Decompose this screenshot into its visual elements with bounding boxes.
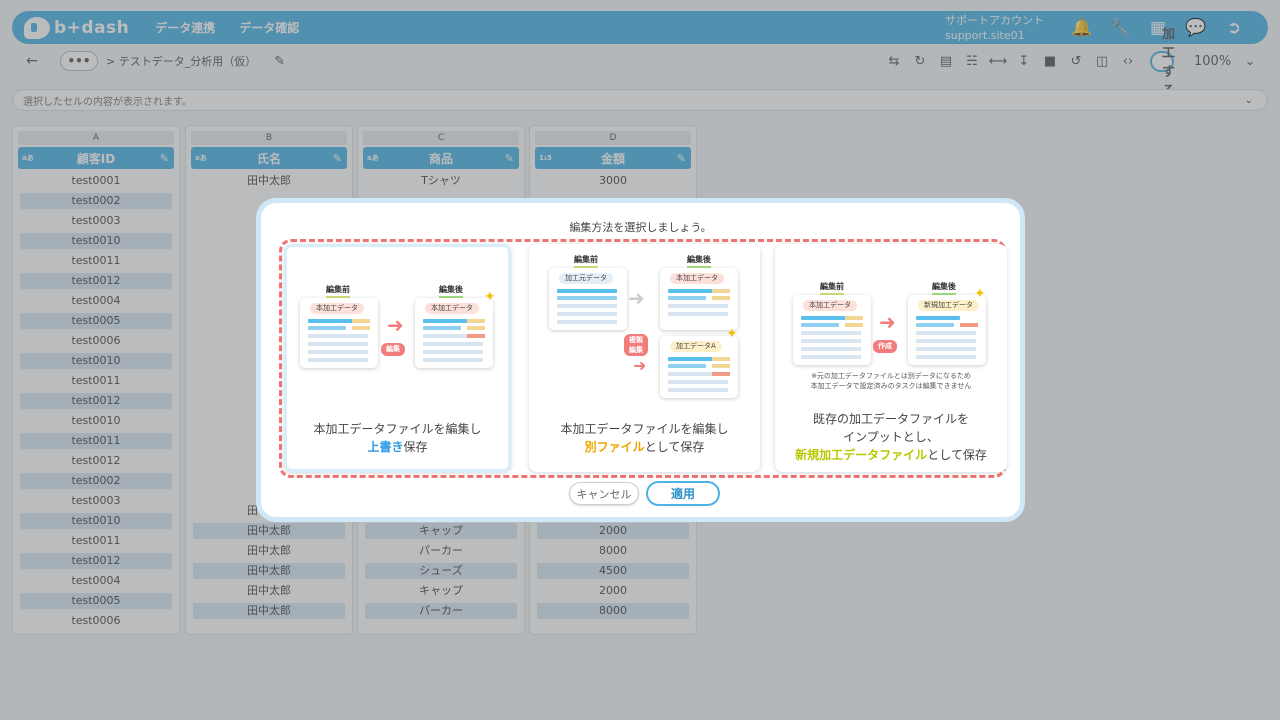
doc-after: 新規加工データ xyxy=(908,295,986,365)
note-line2: 本加工データで設定済みのタスクは編集できません xyxy=(810,382,972,390)
sparkle-icon: ✦ xyxy=(484,289,496,305)
doc-before: 本加工データ xyxy=(793,295,871,365)
arrow-right-icon: ➜ xyxy=(633,356,647,375)
doc-tag: 本加工データ xyxy=(425,303,479,314)
doc-tag: 本加工データ xyxy=(803,300,857,311)
arrow-right-icon: ➜ xyxy=(387,313,404,337)
option-description: 本加工データファイルを編集し 上書き保存 xyxy=(287,420,508,456)
before-label: 編集前 xyxy=(326,284,350,298)
doc-tag: 新規加工データ xyxy=(918,300,979,311)
doc-tag: 加工元データ xyxy=(559,273,613,284)
doc-tag: 本加工データ xyxy=(670,273,724,284)
option-line1: 本加工データファイルを編集し xyxy=(560,422,729,436)
before-label: 編集前 xyxy=(820,281,844,295)
arrow-right-icon: ➜ xyxy=(879,310,896,334)
dialog-title: 編集方法を選択しましょう。 xyxy=(569,221,712,234)
option-new-file[interactable]: 編集前 編集後 本加工データ ➜ 作成 新規加工データ ✦ ※元の加工データファ… xyxy=(775,244,1007,472)
action-pill: 編集 xyxy=(381,343,405,356)
option-highlight: 新規加工データファイル xyxy=(795,448,928,462)
sparkle-icon: ✦ xyxy=(974,286,986,302)
option-line2: インプットとし、 xyxy=(843,430,939,444)
option-highlight: 上書き xyxy=(367,440,404,454)
doc-tag: 加工データA xyxy=(670,341,722,352)
doc-after-main: 本加工データ xyxy=(660,268,738,330)
option-description: 本加工データファイルを編集し 別ファイルとして保存 xyxy=(529,420,760,456)
doc-before: 加工元データ xyxy=(549,268,627,330)
option-description: 既存の加工データファイルを インプットとし、 新規加工データファイルとして保存 xyxy=(775,410,1007,464)
option-overwrite[interactable]: 編集前 編集後 本加工データ ➜ 編集 本加工データ ✦ 本加工データファイルを… xyxy=(284,244,511,472)
edit-method-dialog: 編集方法を選択しましょう。 編集前 編集後 本加工データ ➜ 編集 本加工データ xyxy=(256,198,1025,522)
option-highlight: 別ファイル xyxy=(584,440,645,454)
action-pill: 複製 編集 xyxy=(624,334,648,356)
arrow-right-icon: ➜ xyxy=(628,286,645,310)
doc-after-copy: 加工データA xyxy=(660,336,738,398)
after-label: 編集後 xyxy=(687,254,711,268)
sparkle-icon: ✦ xyxy=(726,326,738,342)
cancel-button[interactable]: キャンセル xyxy=(569,482,639,505)
before-label: 編集前 xyxy=(574,254,598,268)
action-pill: 作成 xyxy=(873,340,897,353)
note-line1: ※元の加工データファイルとは別データになるため xyxy=(811,372,971,380)
option-line1: 既存の加工データファイルを xyxy=(812,412,969,426)
option-line1: 本加工データファイルを編集し xyxy=(313,422,482,436)
doc-tag: 本加工データ xyxy=(310,303,364,314)
option-line3: として保存 xyxy=(927,448,987,462)
apply-button[interactable]: 適用 xyxy=(646,481,720,506)
after-label: 編集後 xyxy=(439,284,463,298)
option-save-as[interactable]: 編集前 編集後 加工元データ ➜ 本加工データ 複製 編集 ➜ 加工データA ✦… xyxy=(529,244,760,472)
option-note: ※元の加工データファイルとは別データになるため 本加工データで設定済みのタスクは… xyxy=(775,371,1007,391)
option-line2: として保存 xyxy=(644,440,705,454)
doc-before: 本加工データ xyxy=(300,298,378,368)
after-label: 編集後 xyxy=(932,281,956,295)
doc-after: 本加工データ xyxy=(415,298,493,368)
option-line2: 保存 xyxy=(403,440,428,454)
